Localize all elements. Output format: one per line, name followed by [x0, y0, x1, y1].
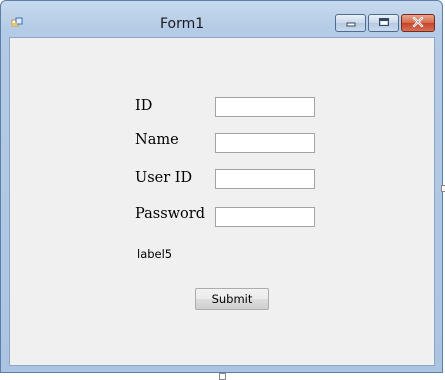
password-label: Password [135, 206, 205, 222]
user-id-label: User ID [135, 170, 193, 186]
id-input[interactable] [215, 97, 315, 117]
window-title: Form1 [160, 16, 205, 32]
maximize-button[interactable] [368, 14, 399, 32]
form-client-area: ID Name User ID Password label5 Submit [9, 37, 435, 366]
user-id-input[interactable] [215, 169, 315, 189]
minimize-icon [346, 14, 356, 32]
id-label: ID [135, 98, 153, 114]
maximize-icon [378, 14, 390, 32]
resize-handle-right[interactable] [441, 185, 445, 192]
label5: label5 [137, 247, 173, 261]
close-icon [412, 14, 424, 32]
form1-window: Form1 ID Name User ID Password label5 Su… [0, 0, 443, 373]
app-icon[interactable] [11, 16, 23, 28]
close-button[interactable] [401, 14, 435, 32]
password-input[interactable] [215, 207, 315, 227]
submit-button[interactable]: Submit [195, 288, 269, 310]
title-bar[interactable]: Form1 [1, 1, 442, 33]
minimize-button[interactable] [335, 14, 366, 32]
name-input[interactable] [215, 133, 315, 153]
name-label: Name [135, 132, 179, 148]
